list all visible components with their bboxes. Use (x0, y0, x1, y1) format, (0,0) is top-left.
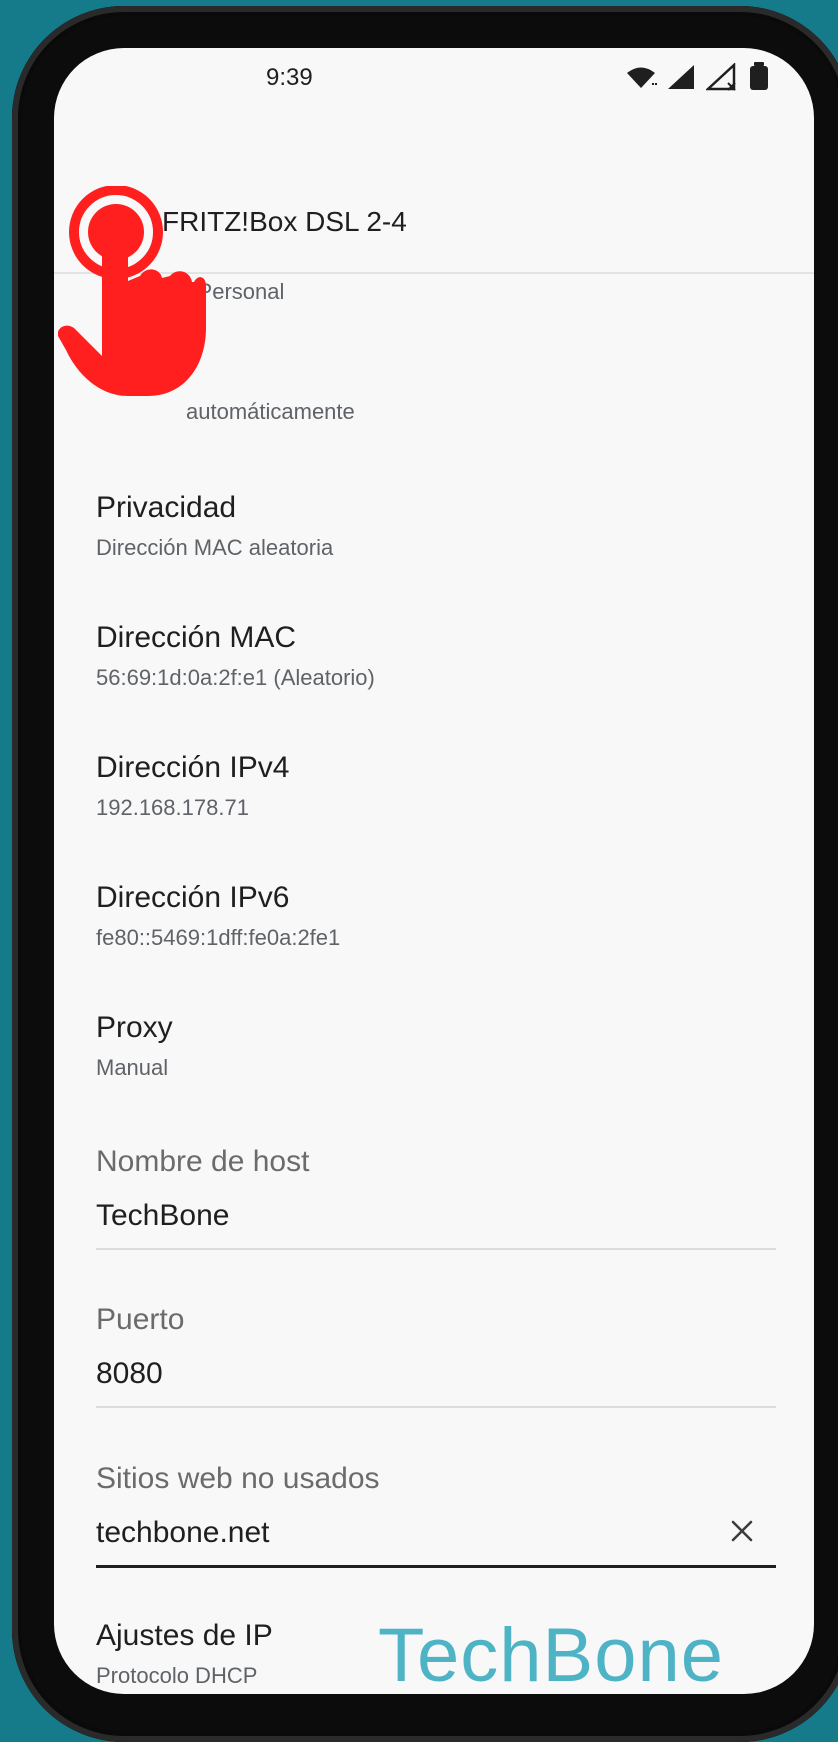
hostname-underline (96, 1248, 776, 1250)
mac-item: Dirección MAC 56:69:1d:0a:2f:e1 (Aleator… (96, 620, 776, 692)
ipv4-sub: 192.168.178.71 (96, 795, 249, 820)
port-input[interactable]: 8080 (96, 1356, 776, 1392)
ipv6-title: Dirección IPv6 (96, 881, 290, 914)
bypass-input[interactable]: techbone.net (96, 1515, 776, 1551)
privacy-sub: Dirección MAC aleatoria (96, 535, 334, 560)
battery-icon (750, 62, 768, 90)
auto-connect-sub: automáticamente (186, 399, 355, 424)
proxy-sub: Manual (96, 1055, 169, 1080)
port-label: Puerto (96, 1303, 185, 1336)
status-bar: 9:39 (54, 48, 814, 118)
ipv4-item: Dirección IPv4 192.168.178.71 (96, 750, 776, 822)
clear-icon[interactable] (730, 1519, 754, 1543)
settings-list: 2-Personal automáticamente Privacidad Di… (54, 274, 814, 1694)
ipv4-title: Dirección IPv4 (96, 751, 290, 784)
status-time: 9:39 (266, 64, 313, 91)
privacy-title: Privacidad (96, 491, 237, 524)
port-field: Puerto 8080 (96, 1302, 776, 1408)
hostname-field: Nombre de host TechBone (96, 1144, 776, 1250)
hostname-input[interactable]: TechBone (96, 1198, 776, 1234)
bypass-field: Sitios web no usados techbone.net (96, 1461, 776, 1568)
signal-x-icon (706, 63, 736, 91)
tap-hand-icon (58, 186, 206, 396)
signal-icon (668, 65, 694, 89)
hostname-label: Nombre de host (96, 1145, 310, 1178)
privacy-item[interactable]: Privacidad Dirección MAC aleatoria (96, 490, 776, 562)
bypass-label: Sitios web no usados (96, 1462, 380, 1495)
wifi-icon (627, 67, 657, 88)
ipv6-item: Dirección IPv6 fe80::5469:1dff:fe0a:2fe1 (96, 880, 776, 952)
techbone-watermark: TechBone (378, 1613, 725, 1698)
proxy-title: Proxy (96, 1011, 173, 1044)
mac-sub: 56:69:1d:0a:2f:e1 (Aleatorio) (96, 665, 375, 690)
proxy-item[interactable]: Proxy Manual (96, 1010, 776, 1082)
ipv6-sub: fe80::5469:1dff:fe0a:2fe1 (96, 925, 341, 950)
bypass-underline (96, 1565, 776, 1568)
mac-title: Dirección MAC (96, 621, 297, 654)
port-underline (96, 1406, 776, 1408)
status-icons (624, 62, 770, 92)
